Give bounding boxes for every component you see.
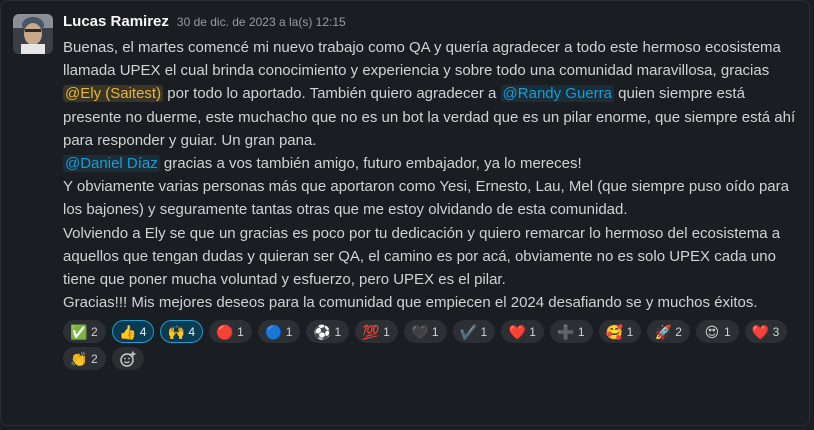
paragraph-5: Gracias!!! Mis mejores deseos para la co… [63,294,758,312]
soccer-ball-icon: ⚽ [313,323,332,340]
paragraph-4: Volviendo a Ely se que un gracias es poc… [63,224,781,289]
reaction-pill[interactable]: ⚽ 1 [306,320,350,344]
reaction-pill[interactable]: 🔵 1 [257,320,301,344]
text-segment: por todo lo aportado. También quiero agr… [163,85,501,103]
reaction-count: 2 [91,351,98,366]
reaction-count: 1 [480,324,488,339]
paragraph-1: Buenas, el martes comencé mi nuevo traba… [63,36,803,152]
red-heart-icon: ❤️ [751,323,770,340]
reaction-pill[interactable]: 🥰 1 [598,320,642,344]
blue-circle-icon: 🔵 [265,323,283,340]
rocket-icon: 🚀 [654,323,672,340]
reaction-count: 2 [675,324,682,339]
plus-icon: ➕ [557,323,575,340]
add-reaction-icon [119,351,136,367]
reaction-pill[interactable]: 👍 4 [111,320,155,344]
reaction-pill[interactable]: ❤️ 1 [501,320,544,344]
black-heart-icon: 🖤 [411,323,429,340]
heart-eyes-icon: 😍 [704,323,720,340]
text-segment: Buenas, el martes comencé mi nuevo traba… [63,39,781,80]
reaction-pill[interactable]: 👏 2 [63,347,106,371]
reaction-pill[interactable]: 😍 1 [695,320,739,344]
reaction-count: 1 [383,324,390,339]
hundred-points-icon: 💯 [362,323,380,340]
reaction-count: 1 [237,324,244,339]
message-body: Buenas, el martes comencé mi nuevo traba… [63,36,803,314]
reaction-pill[interactable]: ➕ 1 [549,320,593,344]
mention-randy[interactable]: @Randy Guerra [500,85,614,103]
add-reaction-button[interactable] [111,347,144,371]
reaction-count: 4 [188,324,196,339]
reaction-count: 1 [577,324,585,339]
heavy-check-mark-icon: ✔️ [459,323,478,340]
clapping-hands-icon: 👏 [70,350,88,367]
message-header: Lucas Ramirez 30 de dic. de 2023 a la(s)… [63,13,803,35]
mention-daniel[interactable]: @Daniel Díaz [63,155,160,173]
reaction-count: 1 [431,324,439,339]
reaction-pill[interactable]: 🚀 2 [647,320,690,344]
reaction-count: 4 [139,324,147,339]
mention-ely[interactable]: @Ely (Saitest) [63,85,164,103]
white-check-mark-icon: ✅ [70,323,88,340]
reaction-count: 1 [529,324,536,339]
reaction-pill[interactable]: ✅ 2 [63,320,106,344]
red-circle-icon: 🔴 [216,323,234,340]
reaction-pill[interactable]: ❤️ 3 [744,320,788,344]
avatar[interactable] [13,14,53,54]
paragraph-2: @Daniel Díaz gracias a vos también amigo… [63,152,803,175]
raised-hands-icon: 🙌 [167,323,186,340]
reaction-pill[interactable]: 🖤 1 [403,320,447,344]
reaction-count: 2 [91,324,98,339]
reaction-count: 1 [334,324,342,339]
reaction-pill[interactable]: 💯 1 [355,320,398,344]
reaction-pill[interactable]: ✔️ 1 [452,320,496,344]
thumbs-up-icon: 👍 [118,323,137,340]
reaction-pill[interactable]: 🙌 4 [160,320,204,344]
reaction-count: 3 [772,324,780,339]
reaction-pill[interactable]: 🔴 1 [209,320,252,344]
reactions-bar: ✅ 2 👍 4 🙌 4 🔴 1 🔵 1 ⚽ 1 💯 1 🖤 1 ✔️ 1 ❤️ 1 ➕ 1 🥰 1 🚀 2 😍 1 ❤️ 3 👏 2 [63,320,803,371]
reaction-count: 1 [626,324,634,339]
message-content: Lucas Ramirez 30 de dic. de 2023 a la(s)… [63,13,803,371]
smiling-face-with-hearts-icon: 🥰 [605,323,624,340]
reaction-count: 1 [723,324,731,339]
author-name[interactable]: Lucas Ramirez [63,13,169,30]
red-heart-icon: ❤️ [508,323,526,340]
reaction-count: 1 [285,324,293,339]
avatar-image [13,14,53,54]
message-timestamp[interactable]: 30 de dic. de 2023 a la(s) 12:15 [177,15,346,29]
message-container: Lucas Ramirez 30 de dic. de 2023 a la(s)… [0,0,810,426]
text-segment: gracias a vos también amigo, futuro emba… [159,155,582,173]
paragraph-3: Y obviamente varias personas más que apo… [63,178,789,219]
